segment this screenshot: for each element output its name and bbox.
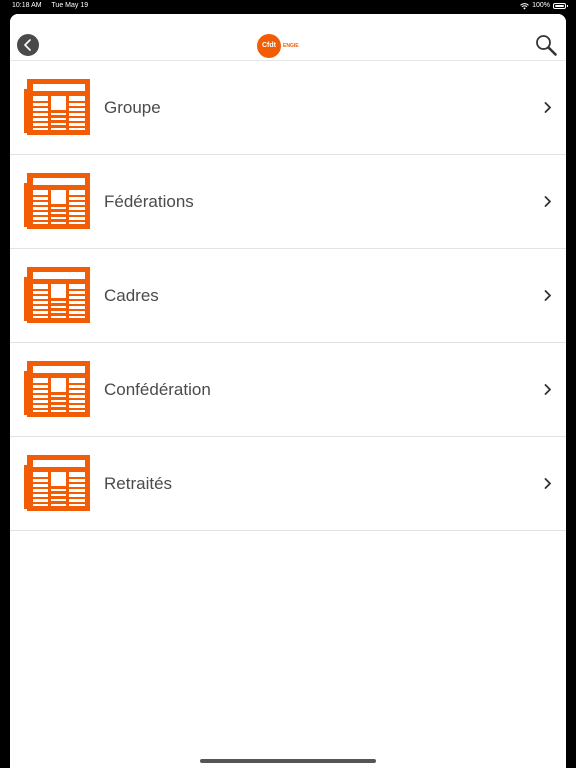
- newspaper-icon: [24, 79, 90, 135]
- search-icon[interactable]: [534, 33, 558, 57]
- chevron-right-icon: [544, 478, 551, 489]
- newspaper-icon: [24, 173, 90, 229]
- list-item-label: Cadres: [104, 286, 159, 305]
- chevron-left-icon: [24, 39, 31, 51]
- list-item[interactable]: Confédération: [10, 343, 566, 437]
- newspaper-icon: [24, 361, 90, 417]
- home-indicator: [200, 759, 376, 763]
- chevron-right-icon: [544, 384, 551, 395]
- logo: Cfdt ENGIE: [257, 34, 299, 58]
- app-window: Cfdt ENGIE Groupe Fédérations Cadres Con…: [10, 14, 566, 768]
- back-button[interactable]: [17, 34, 39, 56]
- newspaper-icon: [24, 267, 90, 323]
- chevron-right-icon: [544, 102, 551, 113]
- wifi-icon: [520, 2, 529, 9]
- battery-icon: [553, 3, 568, 9]
- newspaper-icon: [24, 455, 90, 511]
- status-time: 10:18 AM: [12, 2, 42, 9]
- status-left: 10:18 AM Tue May 19: [12, 0, 96, 12]
- chevron-right-icon: [544, 196, 551, 207]
- list-item-label: Groupe: [104, 98, 161, 117]
- list-item-label: Confédération: [104, 380, 211, 399]
- status-date: Tue May 19: [51, 2, 89, 9]
- category-list: Groupe Fédérations Cadres Confédération …: [10, 61, 566, 531]
- list-item-label: Retraités: [104, 474, 173, 493]
- header: Cfdt ENGIE: [10, 14, 566, 61]
- list-item[interactable]: Groupe: [10, 61, 566, 155]
- chevron-right-icon: [544, 290, 551, 301]
- list-item[interactable]: Fédérations: [10, 155, 566, 249]
- list-item-label: Fédérations: [104, 192, 194, 211]
- logo-subtext: ENGIE: [283, 43, 299, 49]
- logo-circle: Cfdt: [257, 34, 281, 58]
- status-bar: 10:18 AM Tue May 19 100%: [0, 0, 576, 12]
- list-item[interactable]: Cadres: [10, 249, 566, 343]
- status-right: 100%: [520, 0, 568, 12]
- battery-percent: 100%: [532, 2, 550, 9]
- list-item[interactable]: Retraités: [10, 437, 566, 531]
